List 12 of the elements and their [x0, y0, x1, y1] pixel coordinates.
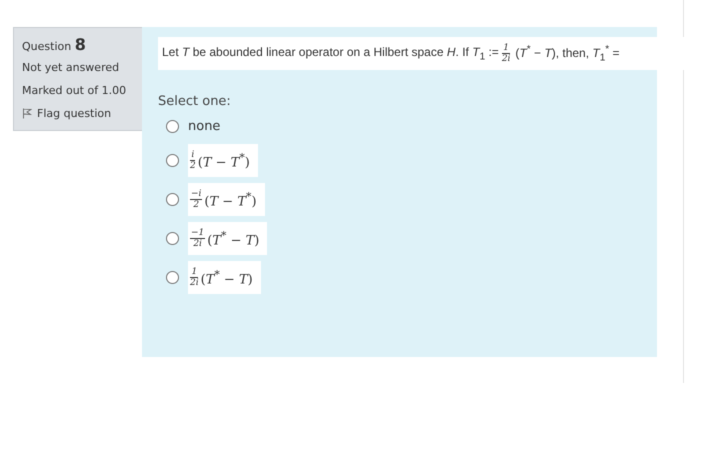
flag-question-link[interactable]: Flag question [22, 105, 138, 122]
prompt-text: Select one: [158, 94, 232, 109]
status-text: Not yet answered [22, 60, 120, 76]
radio-button[interactable] [166, 232, 179, 245]
radio-button[interactable] [166, 271, 179, 284]
flag-icon [22, 108, 32, 119]
radio-button[interactable] [166, 154, 179, 167]
marks-text: Marked out of 1.00 [22, 83, 128, 99]
radio-button[interactable] [166, 120, 179, 133]
question-number: Question 8 [22, 36, 87, 55]
radio-button[interactable] [166, 193, 179, 206]
option-label[interactable]: none [188, 115, 220, 138]
